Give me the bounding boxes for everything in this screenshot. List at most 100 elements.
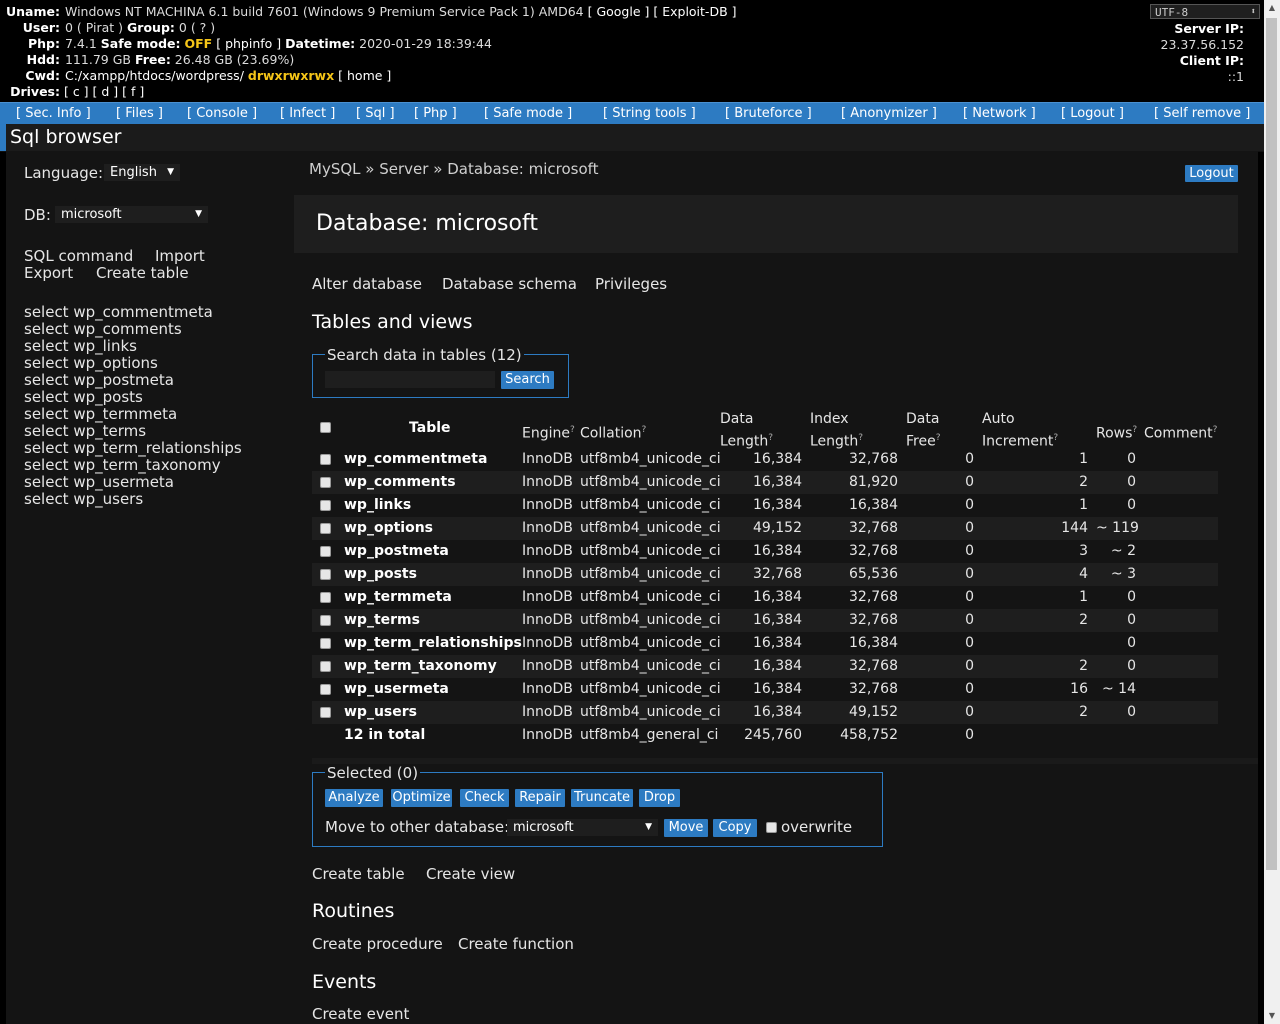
- table-name-link[interactable]: wp_comments: [344, 471, 456, 494]
- table-name-link[interactable]: wp_commentmeta: [344, 448, 487, 471]
- logout-button[interactable]: Logout: [1185, 165, 1238, 182]
- search-input[interactable]: [325, 371, 495, 388]
- select-table-link[interactable]: select wp_terms: [24, 423, 242, 440]
- menu-sec-info[interactable]: [ Sec. Info ]: [16, 103, 91, 125]
- scroll-up-icon[interactable]: ▲: [1264, 0, 1280, 16]
- encoding-select[interactable]: UTF-8 ⬍: [1150, 4, 1260, 19]
- col-table[interactable]: Table: [409, 419, 451, 438]
- menu-files[interactable]: [ Files ]: [116, 103, 163, 125]
- help-icon[interactable]: ?: [570, 425, 575, 435]
- select-table-link[interactable]: select wp_postmeta: [24, 372, 242, 389]
- table-name-link[interactable]: wp_term_relationships: [344, 632, 522, 655]
- select-table-link[interactable]: select wp_links: [24, 338, 242, 355]
- row-checkbox[interactable]: [320, 638, 331, 649]
- help-icon[interactable]: ?: [768, 433, 773, 443]
- table-name-link[interactable]: wp_options: [344, 517, 433, 540]
- overwrite-checkbox[interactable]: [766, 822, 777, 833]
- menu-sql[interactable]: [ Sql ]: [356, 103, 395, 125]
- col-data-free[interactable]: Data Free?: [906, 410, 941, 452]
- language-select[interactable]: English ▼: [104, 164, 180, 181]
- home-link[interactable]: [ home ]: [338, 68, 391, 83]
- row-checkbox[interactable]: [320, 615, 331, 626]
- row-checkbox[interactable]: [320, 523, 331, 534]
- menu-anonymizer[interactable]: [ Anonymizer ]: [841, 103, 937, 125]
- drive-d-link[interactable]: [ d ]: [93, 84, 119, 99]
- drive-c-link[interactable]: [ c ]: [64, 84, 89, 99]
- table-name-link[interactable]: wp_termmeta: [344, 586, 452, 609]
- menu-php[interactable]: [ Php ]: [414, 103, 457, 125]
- table-name-link[interactable]: wp_usermeta: [344, 678, 449, 701]
- select-table-link[interactable]: select wp_commentmeta: [24, 304, 242, 321]
- google-link[interactable]: [ Google ]: [588, 4, 650, 19]
- table-name-link[interactable]: wp_users: [344, 701, 417, 724]
- table-name-link[interactable]: wp_terms: [344, 609, 420, 632]
- cwd-path-link[interactable]: C:/xampp/htdocs/wordpress/: [65, 68, 244, 83]
- menu-self-remove[interactable]: [ Self remove ]: [1154, 103, 1250, 125]
- export-link[interactable]: Export: [24, 264, 73, 282]
- optimize-button[interactable]: Optimize: [391, 789, 452, 807]
- create-procedure-link[interactable]: Create procedure: [312, 935, 443, 953]
- select-table-link[interactable]: select wp_options: [24, 355, 242, 372]
- select-table-link[interactable]: select wp_term_relationships: [24, 440, 242, 457]
- help-icon[interactable]: ?: [1213, 425, 1218, 435]
- row-checkbox[interactable]: [320, 684, 331, 695]
- scrollbar[interactable]: ▲ ▼: [1264, 0, 1280, 1024]
- table-name-link[interactable]: wp_postmeta: [344, 540, 449, 563]
- row-checkbox[interactable]: [320, 454, 331, 465]
- row-checkbox[interactable]: [320, 477, 331, 488]
- select-table-link[interactable]: select wp_usermeta: [24, 474, 242, 491]
- exploit-db-link[interactable]: [ Exploit-DB ]: [653, 4, 736, 19]
- copy-button[interactable]: Copy: [713, 819, 757, 837]
- db-select[interactable]: microsoft ▼: [55, 206, 208, 223]
- privileges-link[interactable]: Privileges: [595, 275, 667, 293]
- menu-string-tools[interactable]: [ String tools ]: [603, 103, 696, 125]
- menu-network[interactable]: [ Network ]: [963, 103, 1036, 125]
- drive-f-link[interactable]: [ f ]: [122, 84, 144, 99]
- select-all-checkbox[interactable]: [320, 422, 331, 433]
- create-view-link[interactable]: Create view: [426, 865, 515, 883]
- help-icon[interactable]: ?: [858, 433, 863, 443]
- move-button[interactable]: Move: [664, 819, 708, 837]
- analyze-button[interactable]: Analyze: [325, 789, 383, 807]
- help-icon[interactable]: ?: [642, 425, 647, 435]
- select-table-link[interactable]: select wp_comments: [24, 321, 242, 338]
- col-data-length[interactable]: Data Length?: [720, 410, 773, 452]
- row-checkbox[interactable]: [320, 592, 331, 603]
- menu-safe-mode[interactable]: [ Safe mode ]: [484, 103, 572, 125]
- col-auto-increment[interactable]: Auto Increment?: [982, 410, 1058, 452]
- help-icon[interactable]: ?: [936, 433, 941, 443]
- drop-button[interactable]: Drop: [639, 789, 680, 807]
- check-button[interactable]: Check: [460, 789, 509, 807]
- database-schema-link[interactable]: Database schema: [442, 275, 577, 293]
- col-index-length[interactable]: Index Length?: [810, 410, 863, 452]
- help-icon[interactable]: ?: [1132, 425, 1137, 435]
- select-table-link[interactable]: select wp_users: [24, 491, 242, 508]
- row-checkbox[interactable]: [320, 661, 331, 672]
- select-table-link[interactable]: select wp_posts: [24, 389, 242, 406]
- create-table-link[interactable]: Create table: [312, 865, 405, 883]
- breadcrumb-mysql[interactable]: MySQL: [309, 160, 361, 178]
- menu-infect[interactable]: [ Infect ]: [280, 103, 335, 125]
- menu-logout[interactable]: [ Logout ]: [1061, 103, 1124, 125]
- repair-button[interactable]: Repair: [515, 789, 565, 807]
- sql-command-link[interactable]: SQL command: [24, 247, 133, 265]
- select-table-link[interactable]: select wp_term_taxonomy: [24, 457, 242, 474]
- import-link[interactable]: Import: [155, 247, 205, 265]
- col-rows[interactable]: Rows?: [1096, 421, 1137, 444]
- search-button[interactable]: Search: [501, 371, 554, 389]
- help-icon[interactable]: ?: [1053, 433, 1058, 443]
- row-checkbox[interactable]: [320, 546, 331, 557]
- breadcrumb-server[interactable]: Server: [379, 160, 428, 178]
- select-table-link[interactable]: select wp_termmeta: [24, 406, 242, 423]
- table-name-link[interactable]: wp_term_taxonomy: [344, 655, 497, 678]
- row-checkbox[interactable]: [320, 569, 331, 580]
- create-function-link[interactable]: Create function: [458, 935, 574, 953]
- create-table-link[interactable]: Create table: [96, 264, 189, 282]
- create-event-link[interactable]: Create event: [312, 1005, 409, 1023]
- move-database-select[interactable]: microsoft ▼: [507, 819, 658, 836]
- table-name-link[interactable]: wp_links: [344, 494, 411, 517]
- menu-console[interactable]: [ Console ]: [187, 103, 257, 125]
- phpinfo-link[interactable]: [ phpinfo ]: [216, 36, 281, 51]
- truncate-button[interactable]: Truncate: [571, 789, 633, 807]
- menu-bruteforce[interactable]: [ Bruteforce ]: [725, 103, 812, 125]
